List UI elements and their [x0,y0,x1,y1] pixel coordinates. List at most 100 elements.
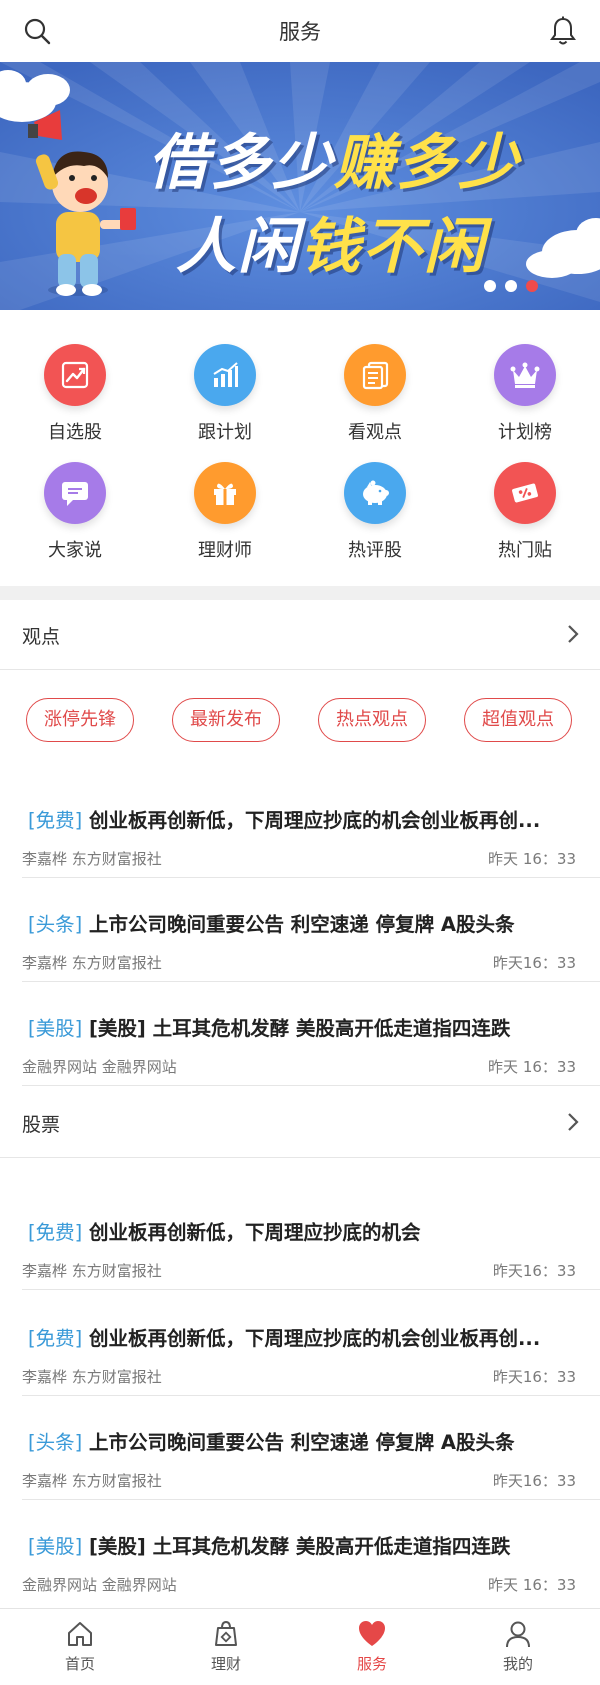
banner-slogan-line2: 人闲钱不闲 [176,198,486,285]
grid-label: 热评股 [348,540,402,561]
news-time: 昨天16：33 [492,1472,576,1490]
grid-label: 理财师 [198,540,252,561]
top-header: 服务 [0,0,600,62]
slogan-yellow-1: 赚多少 [334,128,520,198]
chevron-right-icon [568,625,579,643]
news-tag: [美股] [28,1535,83,1558]
viewpoint-section-header[interactable]: 观点 [0,600,600,670]
section-title: 观点 [22,626,61,648]
service-grid: 自选股 跟计划 看观点 计划榜 大家说 理财师 热评股 热门贴 [0,310,600,586]
news-tag: [头条] [28,913,83,936]
news-headline: [头条] 上市公司晚间重要公告 利空速递 停复牌 A股头条 [28,908,588,937]
grid-item-follow-plan[interactable]: 跟计划 [150,344,300,444]
crown-icon [494,344,556,406]
news-title: 上市公司晚间重要公告 利空速递 停复牌 A股头条 [82,913,515,936]
news-headline: [美股] [美股] 土耳其危机发酵 美股高开低走道指四连跌 [28,1530,588,1559]
wallet-icon [151,1619,301,1649]
bell-icon [550,16,576,45]
chevron-right-icon [568,1113,579,1131]
carousel-dot[interactable] [484,280,496,292]
user-icon [443,1619,593,1649]
stock-chart-icon [44,344,106,406]
tab-service[interactable]: 服务 [297,1609,447,1685]
grid-label: 热门贴 [498,540,552,561]
news-headline: [免费] 创业板再创新低，下周理应抄底的机会 [28,1216,588,1245]
page-title: 服务 [279,20,321,44]
chat-icon [44,462,106,524]
grid-label: 自选股 [48,422,102,443]
news-item[interactable]: [免费] 创业板再创新低，下周理应抄底的机会创业板再创... 李嘉桦 东方财富报… [0,774,600,878]
news-source: 李嘉桦 东方财富报社 [22,954,162,972]
news-time: 昨天16：33 [492,1368,576,1386]
news-title: [美股] 土耳其危机发酵 美股高开低走道指四连跌 [82,1535,511,1558]
tab-label: 我的 [502,1655,533,1673]
news-tag: [美股] [28,1017,83,1040]
grid-item-advisor[interactable]: 理财师 [150,462,300,562]
tab-label: 服务 [356,1655,387,1673]
filter-tag[interactable]: 热点观点 [318,698,426,742]
slogan-white-2: 人闲 [176,212,300,282]
grid-item-community[interactable]: 大家说 [0,462,150,562]
carousel-dot-active[interactable] [526,280,538,292]
news-item[interactable]: [美股] [美股] 土耳其危机发酵 美股高开低走道指四连跌 金融界网站 金融界网… [0,1500,600,1604]
grid-item-watchlist[interactable]: 自选股 [0,344,150,444]
news-item[interactable]: [美股] [美股] 土耳其危机发酵 美股高开低走道指四连跌 金融界网站 金融界网… [0,982,600,1086]
tab-finance[interactable]: 理财 [151,1609,301,1685]
bottom-tab-bar: 首页 理财 服务 我的 [0,1608,600,1685]
news-time: 昨天16：33 [492,1262,576,1280]
news-title: 创业板再创新低，下周理应抄底的机会创业板再创... [82,809,541,832]
news-headline: [免费] 创业板再创新低，下周理应抄底的机会创业板再创... [28,804,588,833]
notification-button[interactable] [546,14,580,48]
news-tag: [免费] [28,1327,83,1350]
section-title: 股票 [22,1114,61,1136]
tab-label: 首页 [64,1655,95,1673]
stock-section-header[interactable]: 股票 [0,1088,600,1158]
promo-banner[interactable]: 借多少赚多少 人闲钱不闲 [0,62,600,310]
tab-profile[interactable]: 我的 [443,1609,593,1685]
news-title: [美股] 土耳其危机发酵 美股高开低走道指四连跌 [82,1017,511,1040]
news-item[interactable]: [免费] 创业板再创新低，下周理应抄底的机会 李嘉桦 东方财富报社 昨天16：3… [0,1186,600,1290]
section-divider [0,586,600,600]
grid-item-viewpoints[interactable]: 看观点 [300,344,450,444]
news-title: 创业板再创新低，下周理应抄底的机会创业板再创... [82,1327,541,1350]
coupon-icon [494,462,556,524]
tab-label: 理财 [210,1655,241,1673]
news-title: 上市公司晚间重要公告 利空速递 停复牌 A股头条 [82,1431,515,1454]
grid-item-hot-stocks[interactable]: 热评股 [300,462,450,562]
news-source: 李嘉桦 东方财富报社 [22,850,162,868]
banner-slogan-line1: 借多少赚多少 [148,114,520,201]
news-time: 昨天 16：33 [488,850,576,868]
carousel-dot[interactable] [505,280,517,292]
news-headline: [头条] 上市公司晚间重要公告 利空速递 停复牌 A股头条 [28,1426,588,1455]
heart-icon [297,1619,447,1649]
home-icon [5,1619,155,1649]
news-time: 昨天16：33 [492,954,576,972]
news-tag: [免费] [28,1221,83,1244]
bar-chart-icon [194,344,256,406]
news-source: 李嘉桦 东方财富报社 [22,1472,162,1490]
news-source: 李嘉桦 东方财富报社 [22,1368,162,1386]
news-source: 金融界网站 金融界网站 [22,1058,177,1076]
news-title: 创业板再创新低，下周理应抄底的机会 [82,1221,421,1244]
carousel-indicator [484,280,538,292]
filter-tag[interactable]: 最新发布 [172,698,280,742]
grid-item-hot-posts[interactable]: 热门贴 [450,462,600,562]
grid-item-plan-ranking[interactable]: 计划榜 [450,344,600,444]
news-time: 昨天 16：33 [488,1058,576,1076]
grid-label: 跟计划 [198,422,252,443]
gift-icon [194,462,256,524]
slogan-yellow-2: 钱不闲 [300,212,486,282]
news-source: 李嘉桦 东方财富报社 [22,1262,162,1280]
news-item[interactable]: [头条] 上市公司晚间重要公告 利空速递 停复牌 A股头条 李嘉桦 东方财富报社… [0,878,600,982]
news-tag: [头条] [28,1431,83,1454]
news-item[interactable]: [头条] 上市公司晚间重要公告 利空速递 停复牌 A股头条 李嘉桦 东方财富报社… [0,1396,600,1500]
row-divider [22,1289,600,1290]
news-tag: [免费] [28,809,83,832]
viewpoint-filter-tags: 涨停先锋 最新发布 热点观点 超值观点 [0,670,600,758]
filter-tag[interactable]: 涨停先锋 [26,698,134,742]
grid-label: 大家说 [48,540,102,561]
tab-home[interactable]: 首页 [5,1609,155,1685]
news-source: 金融界网站 金融界网站 [22,1576,177,1594]
news-item[interactable]: [免费] 创业板再创新低，下周理应抄底的机会创业板再创... 李嘉桦 东方财富报… [0,1292,600,1396]
filter-tag[interactable]: 超值观点 [464,698,572,742]
